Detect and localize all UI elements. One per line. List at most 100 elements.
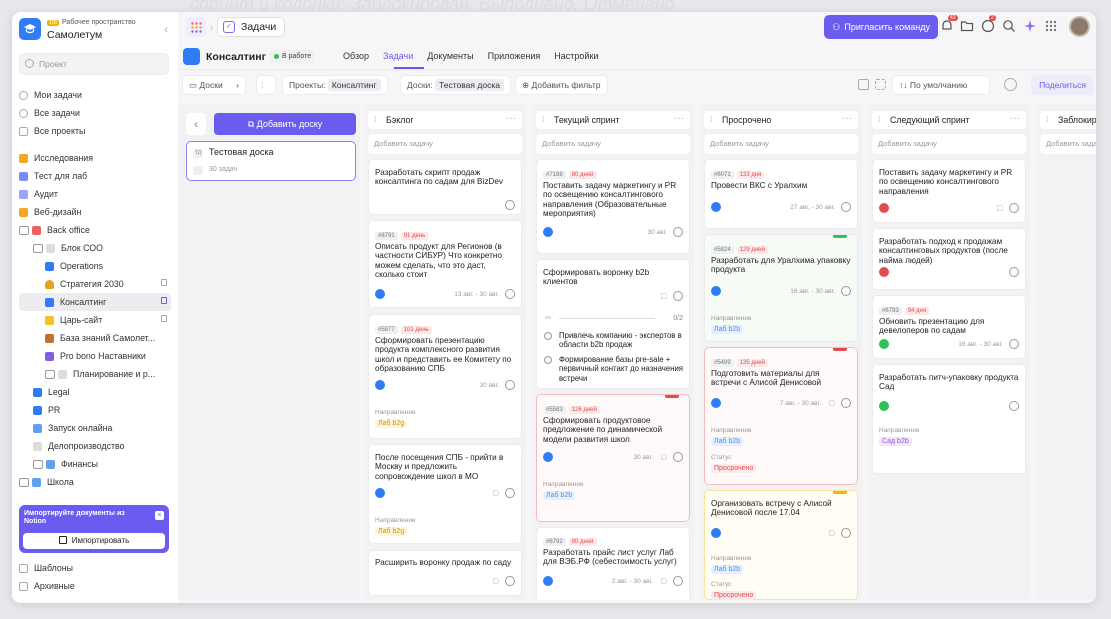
- drag-handle-icon[interactable]: ⁞: [374, 115, 376, 124]
- avatar[interactable]: [711, 202, 721, 212]
- complete-checkbox[interactable]: [1009, 203, 1019, 213]
- drag-handle-icon[interactable]: ⁞: [878, 115, 880, 124]
- sidebar-item-consulting[interactable]: Консалтинг: [19, 293, 171, 311]
- folder-icon[interactable]: [960, 19, 974, 33]
- sidebar-item-legal[interactable]: Legal: [19, 383, 171, 401]
- sidebar-item-online-launch[interactable]: Запуск онлайна: [19, 419, 171, 437]
- avatar[interactable]: [711, 398, 721, 408]
- sidebar-item-back-office[interactable]: Back office: [19, 221, 171, 239]
- avatar[interactable]: [375, 488, 385, 498]
- notifications-icon[interactable]: 43: [940, 15, 958, 33]
- more-icon[interactable]: ···: [506, 113, 516, 124]
- complete-checkbox[interactable]: [1009, 401, 1019, 411]
- task-card[interactable]: После посещения СПБ - прийти в Москву и …: [368, 444, 522, 544]
- sidebar-item-pr[interactable]: PR: [19, 401, 171, 419]
- status-badge[interactable]: В работе: [270, 50, 316, 63]
- share-button[interactable]: Поделиться: [1031, 75, 1094, 95]
- complete-checkbox[interactable]: [673, 576, 683, 586]
- complete-checkbox[interactable]: [841, 286, 851, 296]
- avatar[interactable]: [711, 286, 721, 296]
- sidebar-item-web-design[interactable]: Веб-дизайн: [19, 203, 171, 221]
- ai-sparkle-icon[interactable]: [1023, 19, 1037, 33]
- complete-checkbox[interactable]: [505, 488, 515, 498]
- complete-checkbox[interactable]: [505, 576, 515, 586]
- user-avatar[interactable]: [1069, 16, 1090, 37]
- task-card[interactable]: Разработать подход к продажам консалтинг…: [872, 228, 1026, 290]
- sidebar-item-strategy-2030[interactable]: Стратегия 2030: [19, 275, 171, 293]
- task-card[interactable]: #5824 129 дней Разработать для Уралхима у…: [704, 234, 858, 342]
- save-view-icon[interactable]: [858, 79, 869, 90]
- sidebar-item-school[interactable]: Школа: [19, 473, 171, 491]
- tab-apps[interactable]: Приложения: [488, 51, 541, 61]
- avatar[interactable]: [711, 528, 721, 538]
- sidebar-item-finance[interactable]: Финансы: [19, 455, 171, 473]
- add-task-input[interactable]: Добавить задачу: [368, 134, 522, 154]
- complete-checkbox[interactable]: [1009, 339, 1019, 349]
- subtask-checkbox[interactable]: [544, 332, 552, 340]
- avatar[interactable]: [879, 401, 889, 411]
- import-button[interactable]: Импортировать: [23, 533, 165, 549]
- task-card[interactable]: #5499 135 дней Подготовить материалы для …: [704, 347, 858, 485]
- avatar[interactable]: [543, 452, 553, 462]
- task-card[interactable]: Сформировать воронку b2b клиентов ▢ ⚯ 0/…: [536, 259, 690, 389]
- search-icon[interactable]: [1002, 19, 1016, 33]
- task-card[interactable]: #5877 101 день Сформировать презентацию п…: [368, 314, 522, 439]
- collapse-sidebar-icon[interactable]: ‹: [164, 24, 168, 36]
- complete-checkbox[interactable]: [505, 380, 515, 390]
- tab-documents[interactable]: Документы: [427, 51, 473, 61]
- sidebar-item-research[interactable]: Исследования: [19, 149, 171, 167]
- sidebar-item-knowledge-base[interactable]: База знаний Самолет...: [19, 329, 171, 347]
- nav-templates[interactable]: Шаблоны: [19, 559, 171, 577]
- sidebar-item-operations[interactable]: Operations: [19, 257, 171, 275]
- more-icon[interactable]: ···: [1010, 113, 1020, 124]
- projects-filter[interactable]: Проекты: Консалтинг: [282, 75, 388, 95]
- tab-tasks[interactable]: ✓ Задачи: [217, 17, 286, 37]
- complete-checkbox[interactable]: [673, 291, 683, 301]
- task-card[interactable]: #7188 80 дней Поставить задачу маркетингу…: [536, 159, 690, 254]
- complete-checkbox[interactable]: [841, 528, 851, 538]
- sidebar-item-block-coo[interactable]: Блок СОО: [19, 239, 157, 257]
- tab-overview[interactable]: Обзор: [343, 51, 369, 61]
- apps-grid-button[interactable]: [186, 17, 206, 37]
- avatar[interactable]: [879, 267, 889, 277]
- nav-my-tasks[interactable]: Мои задачи: [19, 86, 171, 104]
- complete-checkbox[interactable]: [505, 200, 515, 210]
- add-task-input[interactable]: Добавить задачу: [872, 134, 1026, 154]
- gear-icon[interactable]: [1004, 78, 1017, 91]
- workspace-switcher[interactable]: 100 Рабочее пространство Самолетум ‹: [19, 18, 172, 44]
- add-task-input[interactable]: Добавить задачу: [704, 134, 858, 154]
- task-card[interactable]: Поставить задачу маркетингу и PR по осве…: [872, 159, 1026, 223]
- nav-all-tasks[interactable]: Все задачи: [19, 104, 171, 122]
- apps-icon[interactable]: [1044, 19, 1058, 33]
- task-card[interactable]: Расширить воронку продаж по саду ▢: [368, 550, 522, 596]
- task-card[interactable]: #8791 91 день Описать продукт для Регионо…: [368, 220, 522, 308]
- boards-toggle-button[interactable]: ▭ Доски ›: [182, 75, 246, 95]
- sidebar-item-records[interactable]: Делопроизводство: [19, 437, 171, 455]
- task-card[interactable]: Разработать скрипт продаж консалтинга по…: [368, 159, 522, 215]
- tab-settings[interactable]: Настройки: [554, 51, 598, 61]
- sidebar-item-tsar-site[interactable]: Царь-сайт: [19, 311, 171, 329]
- drag-handle-icon[interactable]: ⁞: [710, 115, 712, 124]
- task-card[interactable]: #6792 80 дней Разработать прайс лист услу…: [536, 527, 690, 600]
- drag-handle-icon[interactable]: ⁞: [542, 115, 544, 124]
- chevron-left-icon[interactable]: ‹: [186, 113, 206, 135]
- add-board-button[interactable]: ⧉ Добавить доску: [214, 113, 356, 135]
- complete-checkbox[interactable]: [841, 202, 851, 212]
- task-card[interactable]: #5583 126 дней Сформировать продуктовое п…: [536, 394, 690, 522]
- filter-settings-button[interactable]: ⫶: [256, 75, 276, 95]
- sidebar-item-pro-bono[interactable]: Pro bono Наставники: [19, 347, 171, 365]
- board-item[interactable]: ТД Тестовая доска 30 задач: [186, 141, 356, 181]
- boards-filter[interactable]: Доски: Тестовая доска: [400, 75, 511, 95]
- column-header[interactable]: ⁞ Бэклог ···: [368, 111, 522, 129]
- fullscreen-icon[interactable]: [875, 79, 886, 90]
- more-icon[interactable]: ···: [674, 113, 684, 124]
- avatar[interactable]: [879, 339, 889, 349]
- complete-checkbox[interactable]: [505, 289, 515, 299]
- add-task-input[interactable]: Добавить задачу: [1040, 134, 1096, 154]
- avatar[interactable]: [543, 227, 553, 237]
- complete-checkbox[interactable]: [841, 398, 851, 408]
- nav-all-projects[interactable]: Все проекты: [19, 122, 171, 140]
- complete-checkbox[interactable]: [1009, 267, 1019, 277]
- add-task-input[interactable]: Добавить задачу: [536, 134, 690, 154]
- add-filter-button[interactable]: ⊕ Добавить фильтр: [515, 75, 608, 95]
